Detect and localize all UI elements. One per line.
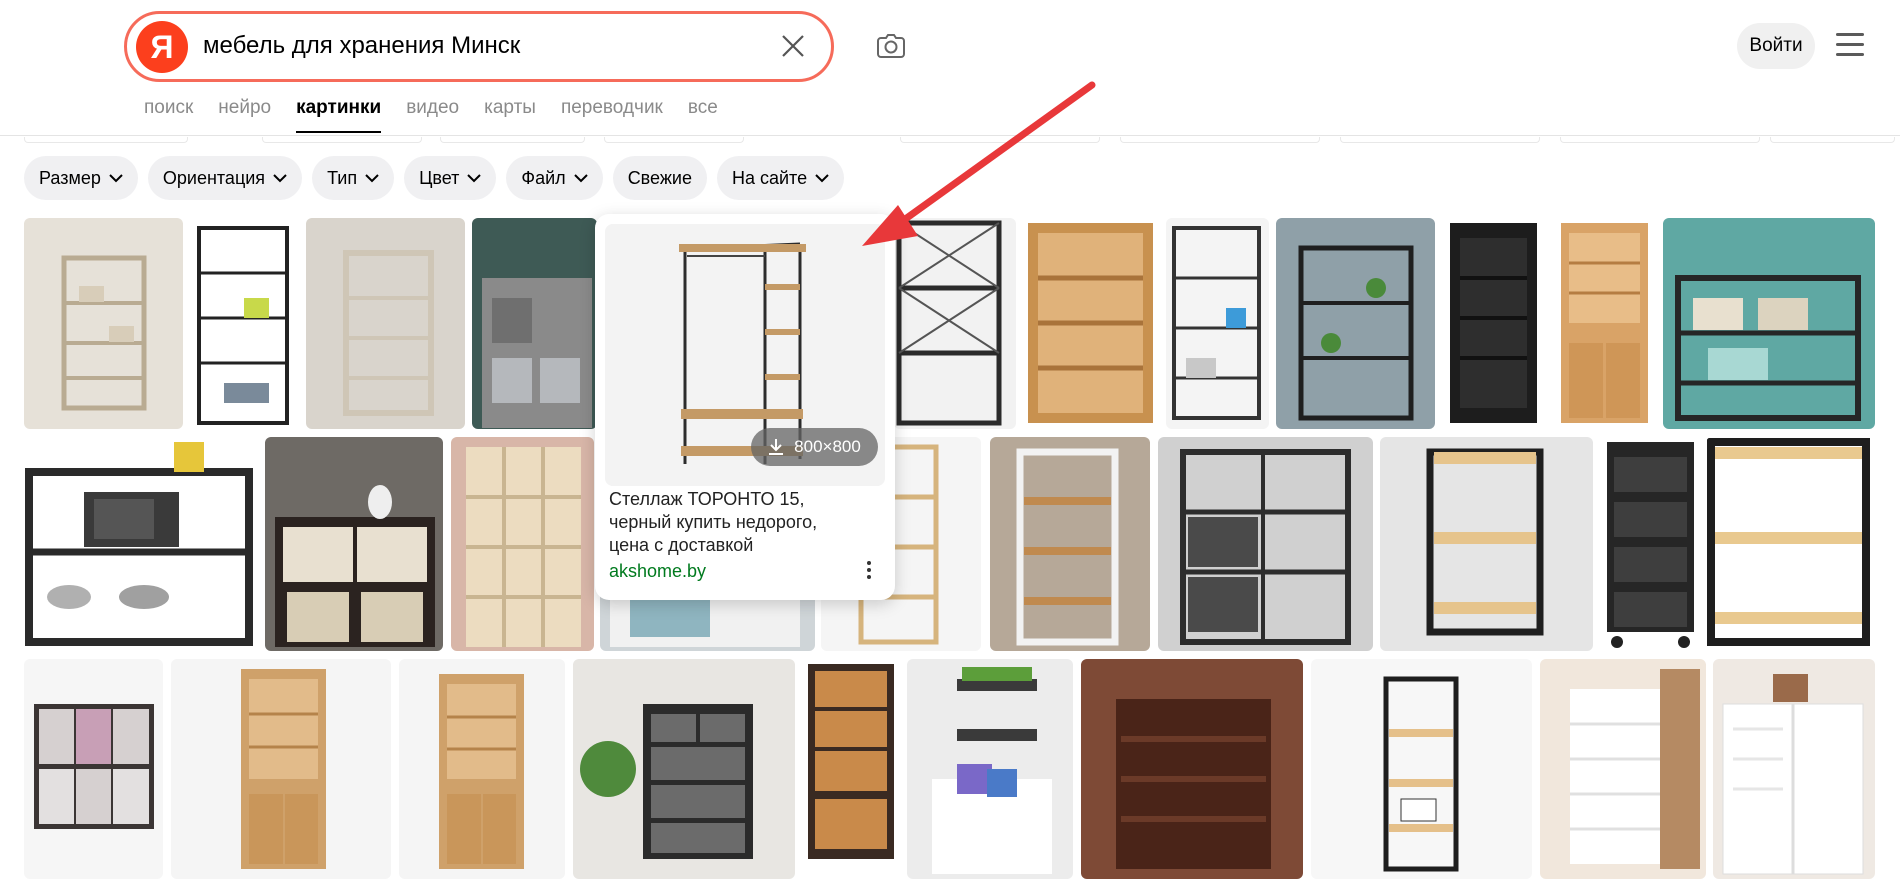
chevron-down-icon [573, 173, 588, 182]
related-query-card[interactable] [900, 137, 1100, 143]
yandex-logo[interactable]: Я [136, 21, 188, 73]
filter-file[interactable]: Файл [506, 156, 603, 200]
filter-label: Свежие [627, 167, 692, 188]
preview-title-line: цена с доставкой [609, 535, 754, 555]
image-result[interactable] [451, 437, 594, 651]
image-result[interactable] [171, 659, 391, 879]
preview-title-line: Стеллаж ТОРОНТО 15, [609, 489, 805, 509]
filter-label: Размер [39, 167, 101, 188]
download-size-button[interactable]: 800×800 [751, 428, 878, 466]
image-result[interactable] [1311, 659, 1532, 879]
filter-orientation[interactable]: Ориентация [147, 156, 303, 200]
related-query-card[interactable] [24, 137, 188, 143]
image-result[interactable] [265, 437, 443, 651]
filter-label: Цвет [419, 167, 460, 188]
chevron-down-icon [467, 173, 482, 182]
image-result[interactable] [1663, 218, 1875, 429]
image-result[interactable] [472, 218, 597, 429]
tab-translator[interactable]: переводчик [561, 97, 663, 133]
tab-maps[interactable]: карты [484, 97, 536, 133]
camera-icon[interactable] [873, 27, 909, 63]
chevron-down-icon [109, 173, 123, 182]
filter-color[interactable]: Цвет [404, 156, 497, 200]
hamburger-menu-icon[interactable] [1836, 33, 1864, 57]
download-icon [769, 439, 784, 455]
filter-size[interactable]: Размер [24, 156, 138, 200]
clear-icon[interactable] [777, 30, 809, 62]
service-tabs: поиск нейро картинки видео карты перевод… [144, 97, 718, 133]
image-result[interactable] [1166, 218, 1269, 429]
related-query-card[interactable] [1340, 137, 1540, 143]
tab-all[interactable]: все [688, 97, 718, 133]
image-result[interactable] [1380, 437, 1593, 651]
image-result[interactable] [24, 218, 183, 429]
divider [0, 135, 1900, 136]
image-result[interactable] [1276, 218, 1435, 429]
image-result[interactable] [1081, 659, 1303, 879]
search-input[interactable]: мебель для хранения Минск [203, 32, 520, 60]
preview-title[interactable]: Стеллаж ТОРОНТО 15, черный купить недоро… [609, 488, 869, 557]
image-result[interactable] [1023, 218, 1158, 429]
image-result[interactable] [1442, 218, 1545, 429]
image-result[interactable] [1706, 437, 1875, 651]
image-result[interactable] [907, 659, 1073, 879]
tab-search[interactable]: поиск [144, 97, 193, 133]
filter-label: Файл [521, 167, 566, 188]
filter-label: На сайте [731, 167, 808, 188]
related-query-card[interactable] [1560, 137, 1760, 143]
chevron-down-icon [365, 173, 379, 182]
filter-fresh[interactable]: Свежие [612, 156, 707, 200]
image-result[interactable] [1602, 437, 1699, 651]
preview-title-line: черный купить недорого, [609, 512, 818, 532]
source-domain-link[interactable]: akshome.by [609, 561, 706, 582]
image-result[interactable] [1158, 437, 1373, 651]
image-result[interactable] [1553, 218, 1656, 429]
filter-label: Тип [327, 167, 358, 188]
related-query-card[interactable] [262, 137, 422, 143]
image-result[interactable] [24, 659, 163, 879]
related-query-card[interactable] [1770, 137, 1895, 143]
related-query-card[interactable] [440, 137, 585, 143]
image-result[interactable] [306, 218, 465, 429]
image-result[interactable] [894, 218, 1016, 429]
image-result[interactable] [990, 437, 1150, 651]
image-result[interactable] [573, 659, 795, 879]
tab-video[interactable]: видео [406, 97, 459, 133]
image-size-label: 800×800 [794, 437, 861, 456]
more-options-icon[interactable] [865, 559, 873, 581]
image-result[interactable] [803, 659, 899, 879]
filter-bar: Размер Ориентация Тип Цвет Файл Свежие Н… [24, 156, 845, 200]
related-query-card[interactable] [604, 137, 744, 143]
filter-label: Ориентация [162, 167, 266, 188]
search-bar[interactable]: Я мебель для хранения Минск [124, 11, 834, 82]
chevron-down-icon [815, 173, 829, 182]
tab-images[interactable]: картинки [296, 97, 382, 133]
filter-type[interactable]: Тип [312, 156, 395, 200]
image-result[interactable] [1540, 659, 1706, 879]
login-button[interactable]: Войти [1737, 23, 1815, 69]
filter-on-site[interactable]: На сайте [716, 156, 845, 200]
image-result[interactable] [1713, 659, 1875, 879]
related-query-card[interactable] [1120, 137, 1320, 143]
image-result[interactable] [189, 218, 298, 429]
image-result[interactable] [399, 659, 565, 879]
tab-neuro[interactable]: нейро [218, 97, 271, 133]
image-result[interactable] [24, 437, 257, 651]
image-search-page: Я мебель для хранения Минск Войти поиск … [0, 0, 1900, 883]
chevron-down-icon [273, 173, 287, 182]
